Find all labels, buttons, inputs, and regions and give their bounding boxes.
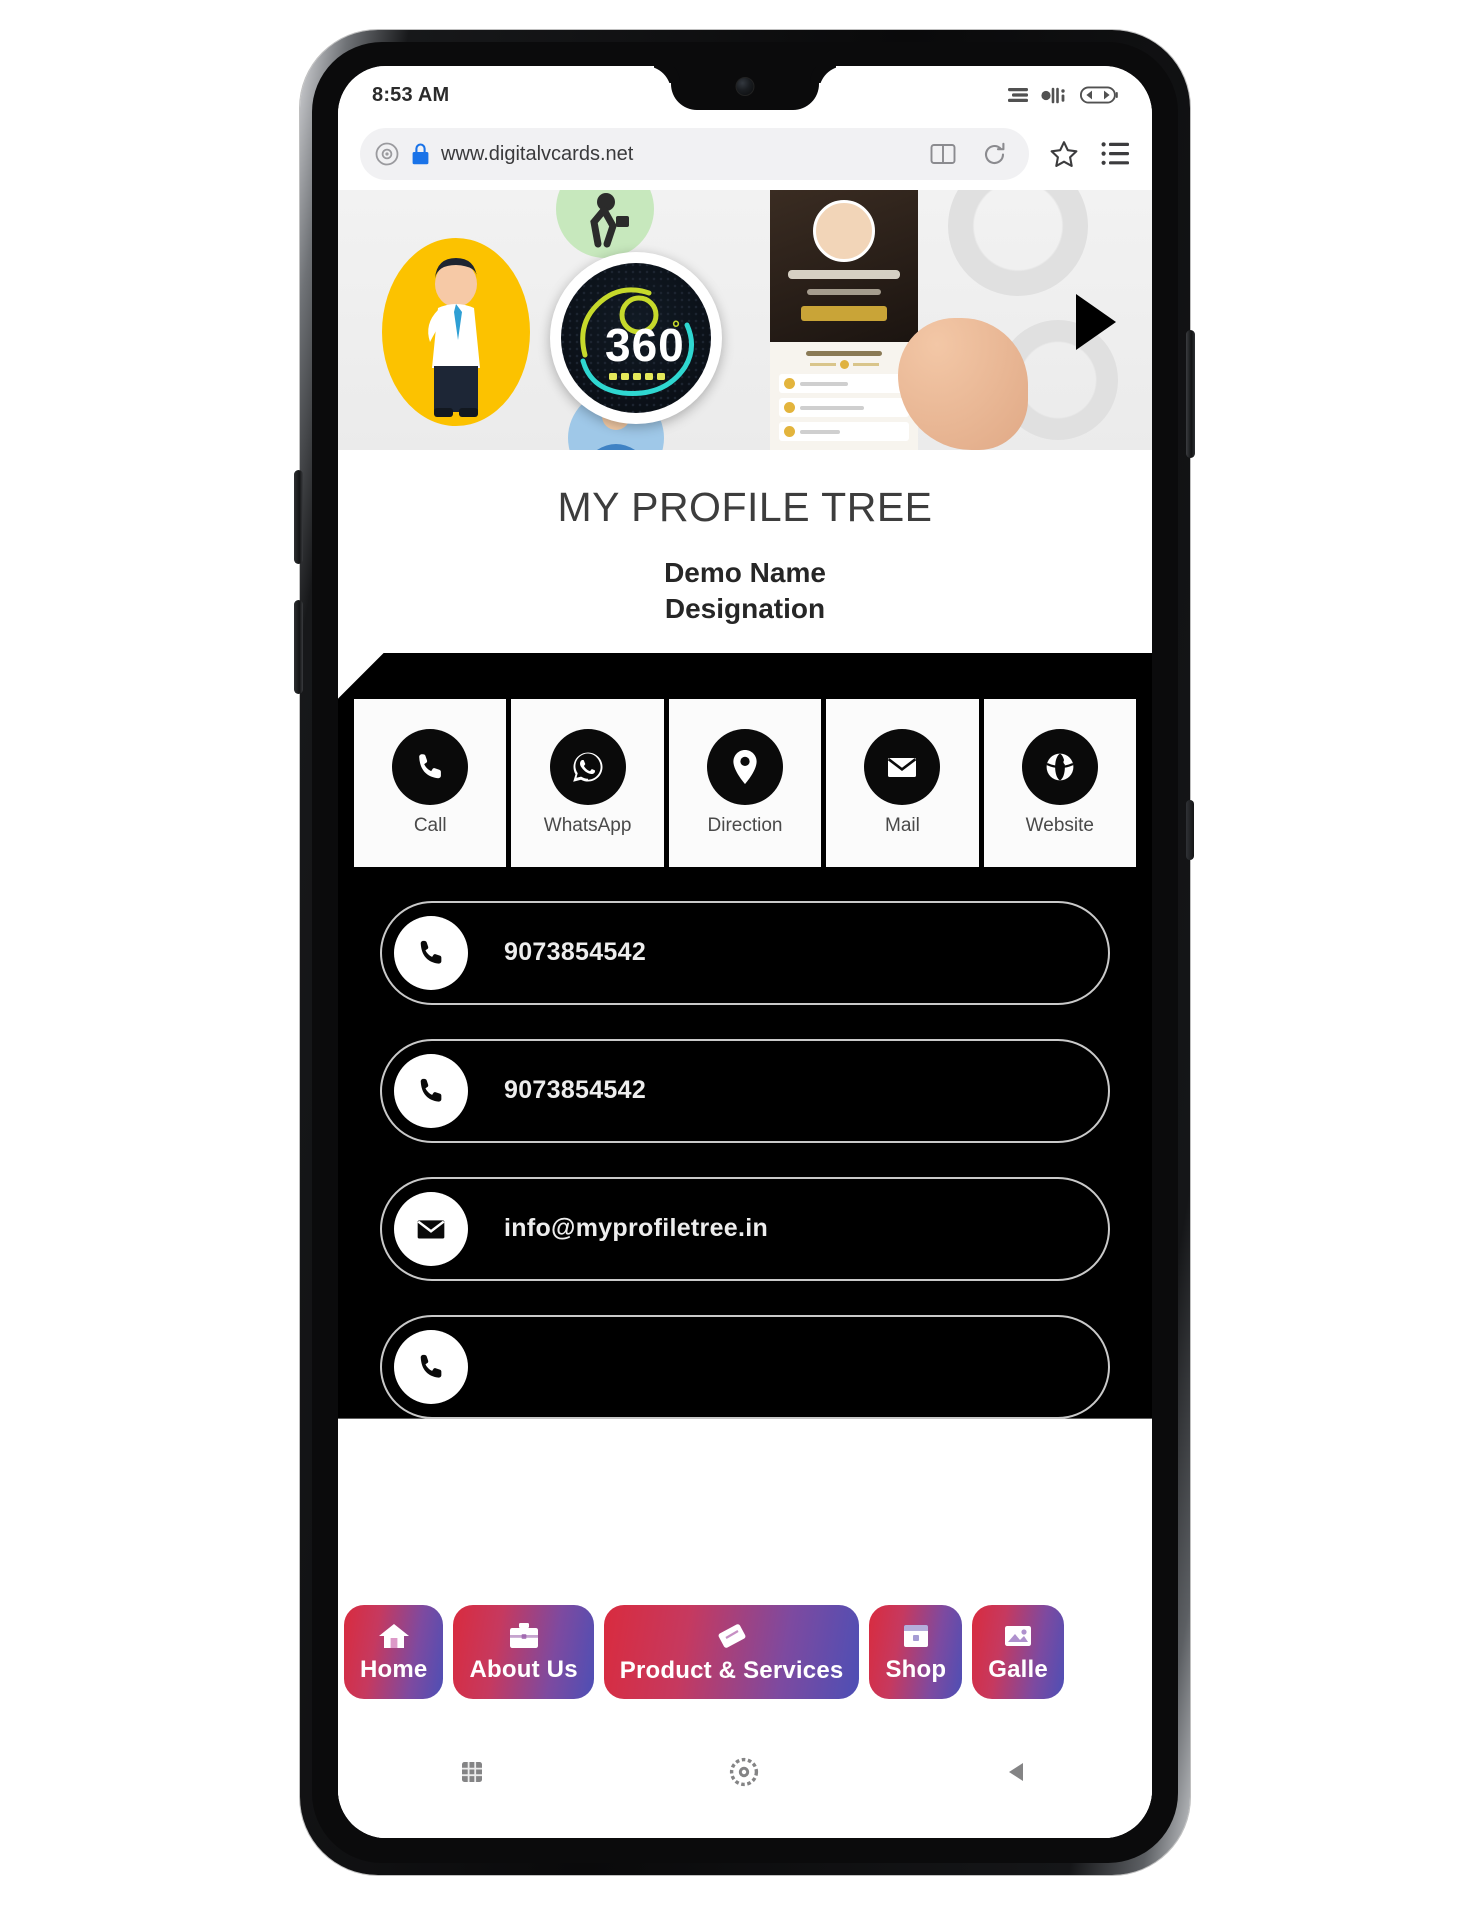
action-call-button[interactable]: Call xyxy=(354,698,507,867)
home-icon xyxy=(378,1623,409,1648)
url-bar[interactable]: www.digitalvcards.net xyxy=(360,128,1029,180)
runner-avatar-icon xyxy=(590,193,629,248)
next-arrow-icon[interactable] xyxy=(1076,294,1116,350)
side-key-button[interactable] xyxy=(1186,800,1194,860)
phone-mockup xyxy=(770,190,918,450)
list-menu-icon[interactable] xyxy=(1101,141,1130,167)
square-icon xyxy=(462,1762,483,1782)
triangle-back-icon xyxy=(1008,1763,1023,1781)
action-label: Call xyxy=(413,814,447,836)
network-4g-icon xyxy=(1041,87,1065,103)
signal-bars-icon xyxy=(1008,87,1028,102)
mockup-header xyxy=(770,190,918,342)
mockup-list-item xyxy=(779,422,909,441)
gallery-icon xyxy=(1005,1625,1032,1646)
refresh-icon[interactable] xyxy=(982,142,1007,167)
mockup-list-item xyxy=(779,374,909,393)
tag-icon xyxy=(718,1623,746,1648)
status-bar-clock: 8:53 AM xyxy=(372,83,450,106)
profile-name: Demo Name xyxy=(664,557,826,588)
battery-icon xyxy=(1080,86,1118,104)
phone-icon xyxy=(394,915,468,990)
action-direction-button[interactable]: Direction xyxy=(668,698,822,867)
circle-icon xyxy=(729,1757,759,1787)
display-notch xyxy=(671,66,819,110)
contact-row-phone-1[interactable]: 9073854542 xyxy=(380,900,1110,1005)
nav-item-gallery[interactable]: Galle xyxy=(972,1605,1064,1699)
contact-section: Call WhatsApp Direction Mail Website 907… xyxy=(338,652,1152,1419)
nav-item-about-us[interactable]: About Us xyxy=(453,1605,594,1699)
web-page: 360 ° MY PROFILE TREE Demo Name Designat… xyxy=(338,190,1152,1838)
nav-item-product-services[interactable]: Product & Services xyxy=(603,1605,860,1699)
nav-label: About Us xyxy=(469,1655,578,1683)
action-label: Direction xyxy=(707,814,783,836)
hero-carousel[interactable]: 360 ° xyxy=(338,190,1152,450)
action-label: WhatsApp xyxy=(543,814,632,836)
profile-designation: Designation xyxy=(664,592,826,624)
brand-logo-inner: 360 ° xyxy=(561,263,711,413)
avatar-circle-yellow xyxy=(382,238,530,426)
nav-label: Home xyxy=(360,1655,428,1683)
logo-360-design-icon: 360 ° xyxy=(580,287,694,396)
back-button[interactable] xyxy=(1003,1759,1031,1785)
url-inline-actions xyxy=(930,142,1013,167)
avatar-circle-green xyxy=(556,190,654,258)
contact-value: 9073854542 xyxy=(504,1076,647,1105)
screenshot-root: 8:53 AM www.digitalvcards.net 360 ° MY P… xyxy=(0,0,1484,1920)
phone-icon xyxy=(392,728,469,805)
action-label: Website xyxy=(1025,814,1094,836)
mockup-avatar xyxy=(813,200,875,262)
svg-text:°: ° xyxy=(672,318,680,340)
browser-toolbar: www.digitalvcards.net xyxy=(338,118,1152,190)
globe-icon xyxy=(1021,728,1098,805)
lock-icon xyxy=(412,143,429,165)
front-camera-icon xyxy=(735,77,755,96)
phone-screen: 8:53 AM www.digitalvcards.net 360 ° MY P… xyxy=(338,66,1152,1838)
nav-item-home[interactable]: Home xyxy=(344,1605,444,1699)
star-icon[interactable] xyxy=(1049,140,1079,169)
businessman-avatar-icon xyxy=(428,258,480,417)
contact-list: 9073854542 9073854542 info@myprofiletree… xyxy=(338,867,1152,1419)
gear-decoration-icon xyxy=(948,190,1088,296)
action-whatsapp-button[interactable]: WhatsApp xyxy=(511,698,664,867)
action-website-button[interactable]: Website xyxy=(983,698,1137,867)
browser-actions xyxy=(1029,140,1130,169)
android-navigation-bar xyxy=(338,1706,1152,1838)
power-button[interactable] xyxy=(1186,330,1195,458)
volume-down-button[interactable] xyxy=(294,600,303,694)
quick-actions-row: Call WhatsApp Direction Mail Website xyxy=(338,669,1152,867)
whatsapp-icon xyxy=(549,728,626,805)
action-mail-button[interactable]: Mail xyxy=(826,698,979,867)
mockup-list-item xyxy=(779,398,909,417)
contact-value: info@myprofiletree.in xyxy=(504,1214,769,1243)
action-label: Mail xyxy=(885,814,920,836)
nav-label: Shop xyxy=(885,1655,947,1683)
nav-item-shop[interactable]: Shop xyxy=(869,1605,963,1699)
shield-icon xyxy=(375,142,399,166)
envelope-icon xyxy=(864,728,941,805)
briefcase-icon xyxy=(509,1622,538,1648)
nav-label: Galle xyxy=(988,1655,1048,1683)
home-button[interactable] xyxy=(728,1756,760,1788)
contact-value: 9073854542 xyxy=(504,938,647,967)
page-title: MY PROFILE TREE xyxy=(557,484,933,530)
url-text[interactable]: www.digitalvcards.net xyxy=(441,143,919,166)
volume-up-button[interactable] xyxy=(294,470,303,564)
site-bottom-nav: Home About Us Product & Services Shop Ga… xyxy=(338,1598,1152,1706)
reader-mode-icon[interactable] xyxy=(930,143,956,165)
contact-row-email[interactable]: info@myprofiletree.in xyxy=(380,1176,1110,1281)
recents-button[interactable] xyxy=(459,1759,485,1785)
envelope-icon xyxy=(394,1191,468,1266)
nav-label: Product & Services xyxy=(619,1656,844,1684)
phone-icon xyxy=(394,1329,468,1404)
store-icon xyxy=(903,1624,928,1647)
contact-row-phone-2[interactable]: 9073854542 xyxy=(380,1038,1110,1143)
brand-logo: 360 ° xyxy=(550,252,722,424)
map-pin-icon xyxy=(707,728,784,805)
profile-header: MY PROFILE TREE Demo Name Designation xyxy=(338,450,1152,653)
status-bar-icons xyxy=(1008,86,1118,104)
mockup-body xyxy=(770,342,918,450)
phone-icon xyxy=(394,1053,468,1128)
contact-row-partial[interactable] xyxy=(380,1314,1110,1419)
